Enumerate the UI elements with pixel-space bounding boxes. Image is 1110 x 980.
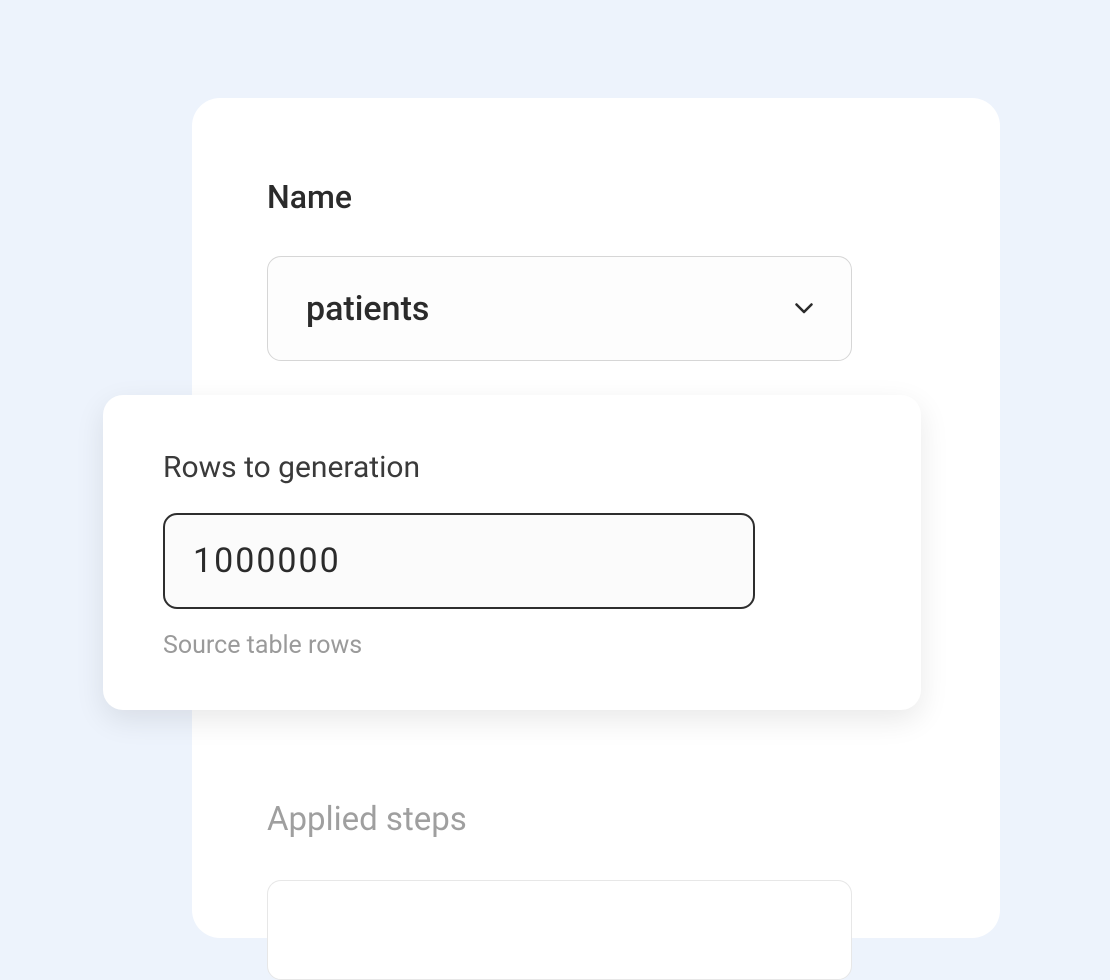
name-select-value: patients bbox=[306, 289, 429, 329]
rows-hint: Source table rows bbox=[163, 631, 861, 660]
name-label: Name bbox=[267, 178, 925, 216]
rows-panel: Rows to generation Source table rows bbox=[103, 395, 921, 710]
rows-input[interactable] bbox=[193, 541, 725, 581]
applied-steps-label: Applied steps bbox=[267, 800, 467, 839]
rows-input-wrapper bbox=[163, 513, 755, 609]
applied-steps-box bbox=[267, 880, 852, 980]
rows-label: Rows to generation bbox=[163, 450, 861, 485]
name-select[interactable]: patients bbox=[267, 256, 852, 361]
chevron-down-icon bbox=[795, 299, 813, 318]
